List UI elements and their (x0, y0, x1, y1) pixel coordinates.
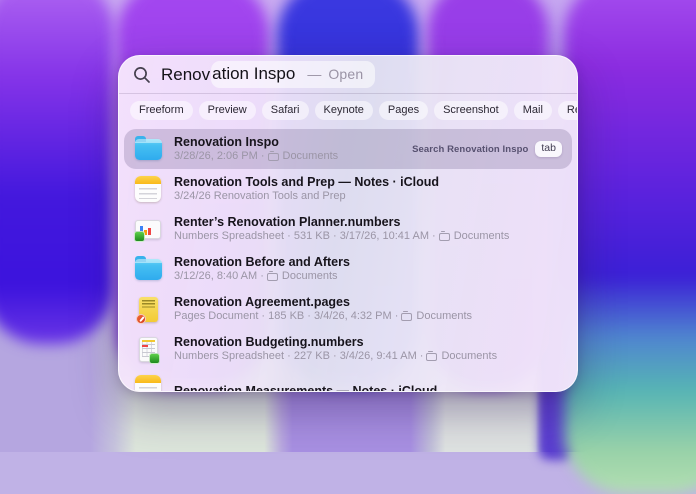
result-row-renovation-budgeting[interactable]: Renovation Budgeting.numbers Numbers Spr… (124, 329, 572, 369)
result-meta: Numbers Spreadsheet · 531 KB · 3/17/26, … (174, 230, 436, 243)
filter-chip-bar: Freeform Preview Safari Keynote Pages Sc… (119, 94, 577, 126)
filter-chip-reminders[interactable]: Reminders (558, 101, 578, 120)
result-location: Documents (416, 310, 472, 323)
wallpaper-capsule-right (564, 0, 696, 494)
result-meta: Pages Document · 185 KB · 3/4/26, 4:32 P… (174, 310, 398, 323)
search-hint-action: Open (328, 66, 363, 82)
result-meta: 3/24/26 Renovation Tools and Prep (174, 190, 346, 203)
result-title: Renovation Before and Afters (174, 255, 350, 270)
notes-icon (134, 175, 162, 203)
accessory-label: Search Renovation Inspo (412, 144, 528, 155)
magnifier-icon (133, 66, 151, 84)
result-subtitle: 3/28/26, 2:06 PM · Documents (174, 150, 338, 163)
tab-key-badge: tab (535, 141, 562, 157)
search-autocomplete-highlight: ation Inspo — Open (211, 61, 375, 88)
search-hint-separator: — (307, 66, 321, 82)
result-title: Renovation Budgeting.numbers (174, 335, 497, 350)
result-row-renovation-inspo[interactable]: Renovation Inspo 3/28/26, 2:06 PM · Docu… (124, 129, 572, 169)
search-input[interactable]: Renovation Inspo — Open (119, 56, 577, 93)
folder-glyph-icon (426, 353, 437, 361)
result-meta: Numbers Spreadsheet · 227 KB · 3/4/26, 9… (174, 350, 423, 363)
spotlight-panel: Renovation Inspo — Open Freeform Preview S… (118, 55, 578, 392)
folder-glyph-icon (401, 313, 412, 321)
folder-icon (134, 255, 162, 283)
filter-chip-keynote[interactable]: Keynote (315, 101, 373, 120)
result-row-renovation-tools-and-prep[interactable]: Renovation Tools and Prep — Notes · iClo… (124, 169, 572, 209)
result-title: Renovation Agreement.pages (174, 295, 472, 310)
filter-chip-mail[interactable]: Mail (514, 101, 552, 120)
result-subtitle: Numbers Spreadsheet · 531 KB · 3/17/26, … (174, 230, 509, 243)
folder-glyph-icon (268, 153, 279, 161)
pages-document-icon (134, 295, 162, 323)
filter-chip-freeform[interactable]: Freeform (130, 101, 193, 120)
result-row-renovation-measurements[interactable]: Renovation Measurements — Notes · iCloud (124, 369, 572, 392)
result-subtitle: Pages Document · 185 KB · 3/4/26, 4:32 P… (174, 310, 472, 323)
folder-glyph-icon (267, 273, 278, 281)
result-location: Documents (283, 150, 339, 163)
wallpaper-capsule-1 (0, 0, 114, 344)
result-row-renovation-before-and-afters[interactable]: Renovation Before and Afters 3/12/26, 8:… (124, 249, 572, 289)
result-subtitle: 3/24/26 Renovation Tools and Prep (174, 190, 439, 203)
filter-chip-screenshot[interactable]: Screenshot (434, 101, 508, 120)
search-query-text: Renovation Inspo — Open (161, 61, 375, 88)
result-title: Renovation Inspo (174, 135, 338, 150)
filter-chip-pages[interactable]: Pages (379, 101, 428, 120)
result-accessory: Search Renovation Inspo tab (412, 141, 562, 157)
result-title: Renter’s Renovation Planner.numbers (174, 215, 509, 230)
folder-glyph-icon (439, 233, 450, 241)
result-row-renovation-agreement[interactable]: Renovation Agreement.pages Pages Documen… (124, 289, 572, 329)
filter-chip-preview[interactable]: Preview (199, 101, 256, 120)
filter-chip-safari[interactable]: Safari (262, 101, 309, 120)
result-title: Renovation Measurements — Notes · iCloud (174, 384, 437, 392)
search-typed-text: Renov (161, 65, 210, 85)
result-title: Renovation Tools and Prep — Notes · iClo… (174, 175, 439, 190)
numbers-chart-document-icon (134, 215, 162, 243)
result-subtitle: 3/12/26, 8:40 AM · Documents (174, 270, 350, 283)
result-subtitle: Numbers Spreadsheet · 227 KB · 3/4/26, 9… (174, 350, 497, 363)
result-row-renters-renovation-planner[interactable]: Renter’s Renovation Planner.numbers Numb… (124, 209, 572, 249)
result-location: Documents (282, 270, 338, 283)
notes-icon (134, 374, 162, 392)
result-location: Documents (441, 350, 497, 363)
search-completion-text: ation Inspo (212, 64, 295, 84)
numbers-table-document-icon (134, 335, 162, 363)
result-meta: 3/28/26, 2:06 PM · (174, 150, 265, 163)
results-list: Renovation Inspo 3/28/26, 2:06 PM · Docu… (119, 126, 577, 392)
folder-icon (134, 135, 162, 163)
result-meta: 3/12/26, 8:40 AM · (174, 270, 264, 283)
result-location: Documents (454, 230, 510, 243)
